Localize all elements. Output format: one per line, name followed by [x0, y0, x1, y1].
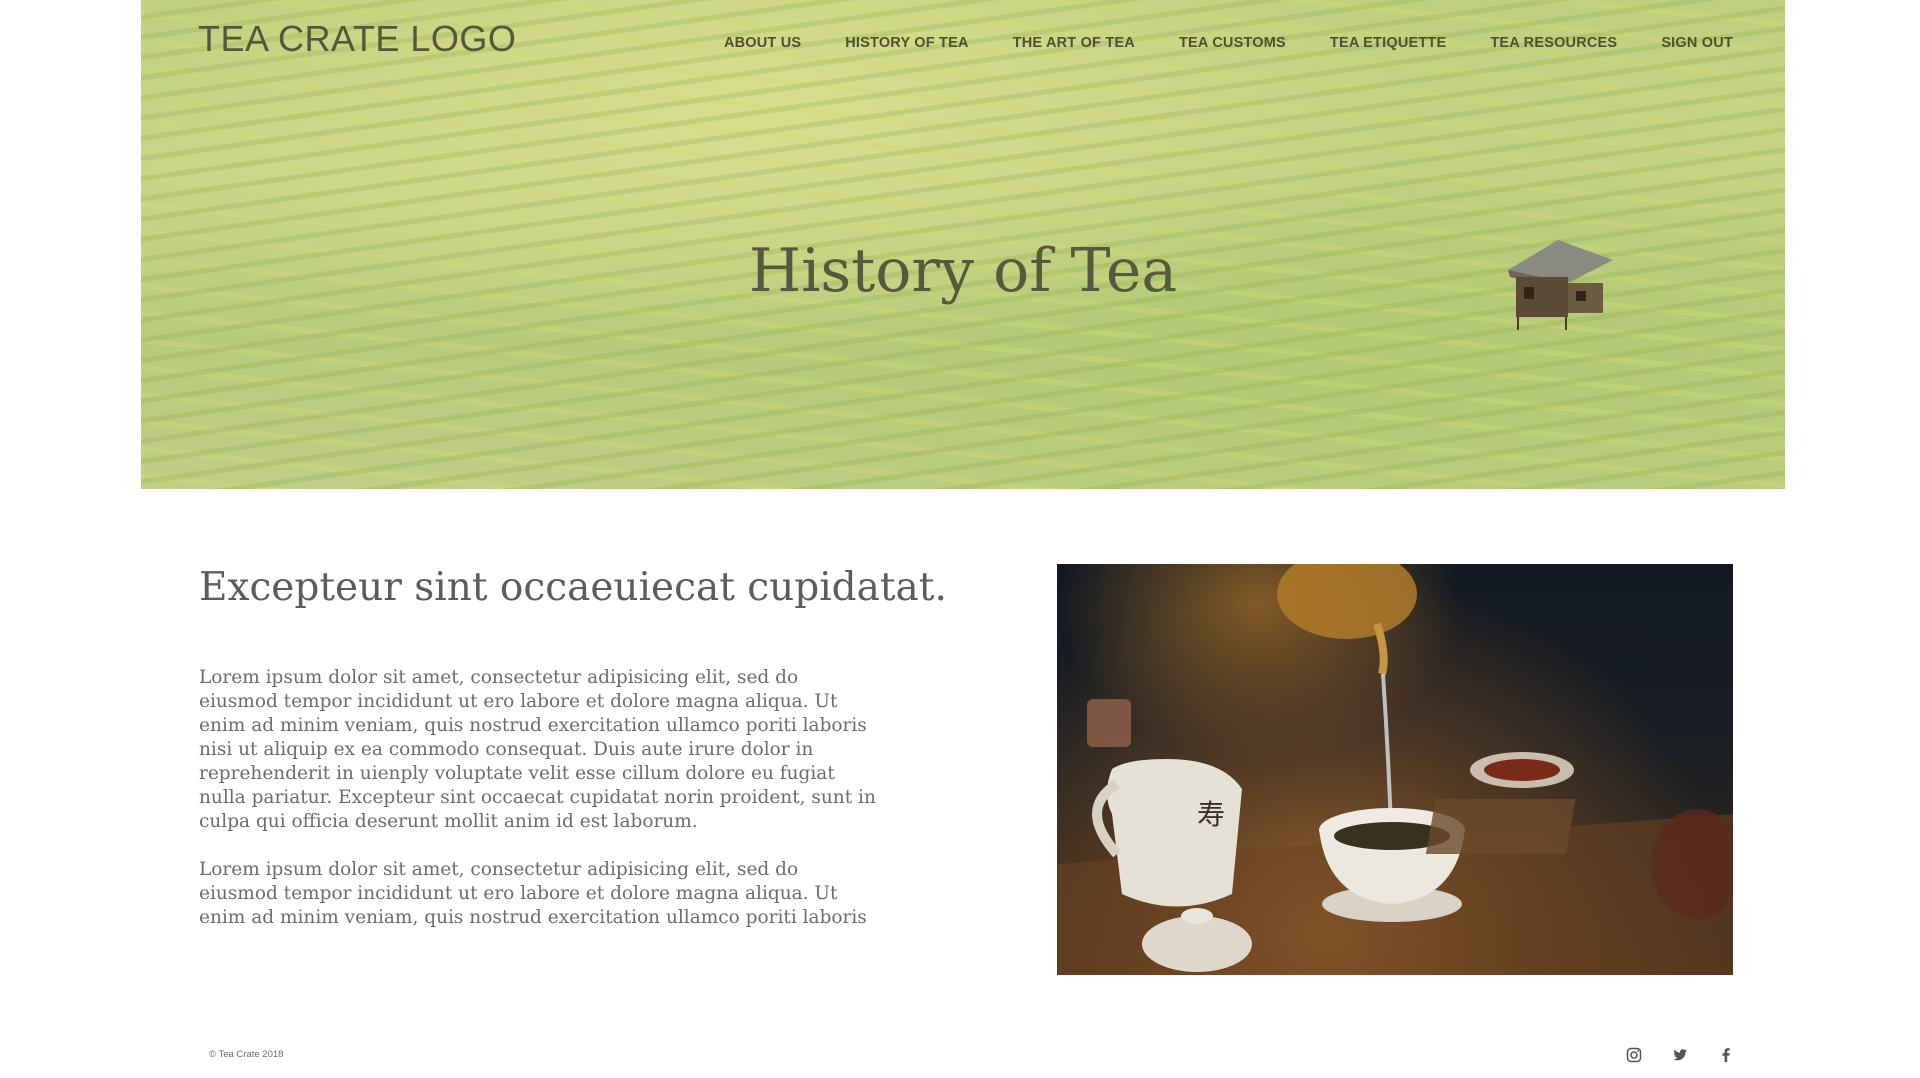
page-title: History of Tea [748, 236, 1178, 306]
tea-pouring-photo: 寿 [1057, 564, 1733, 975]
tea-scene-illustration: 寿 [1057, 564, 1733, 975]
svg-text:寿: 寿 [1197, 798, 1225, 831]
social-links [1626, 1047, 1734, 1063]
nav-sign-out[interactable]: SIGN OUT [1661, 35, 1733, 51]
content-paragraph: Lorem ipsum dolor sit amet, consectetur … [199, 859, 867, 928]
nav-history-of-tea[interactable]: HISTORY OF TEA [845, 35, 968, 51]
hero-banner: TEA CRATE LOGO ABOUT US HISTORY OF TEA T… [141, 0, 1785, 489]
twitter-icon[interactable] [1672, 1047, 1688, 1063]
footer-copyright: © Tea Crate 2018 [209, 1049, 284, 1060]
instagram-icon[interactable] [1626, 1047, 1642, 1063]
site-logo[interactable]: TEA CRATE LOGO [198, 18, 516, 60]
content-heading: Excepteur sint occaeuiecat cupidatat. [199, 565, 947, 610]
nav-art-of-tea[interactable]: THE ART OF TEA [1013, 35, 1135, 51]
main-nav: ABOUT US HISTORY OF TEA THE ART OF TEA T… [724, 35, 1733, 51]
nav-tea-customs[interactable]: TEA CUSTOMS [1179, 35, 1286, 51]
nav-tea-resources[interactable]: TEA RESOURCES [1490, 35, 1617, 51]
nav-about-us[interactable]: ABOUT US [724, 35, 801, 51]
facebook-icon[interactable] [1718, 1047, 1734, 1063]
nav-tea-etiquette[interactable]: TEA ETIQUETTE [1330, 35, 1446, 51]
content-paragraph: Lorem ipsum dolor sit amet, consectetur … [199, 667, 876, 832]
